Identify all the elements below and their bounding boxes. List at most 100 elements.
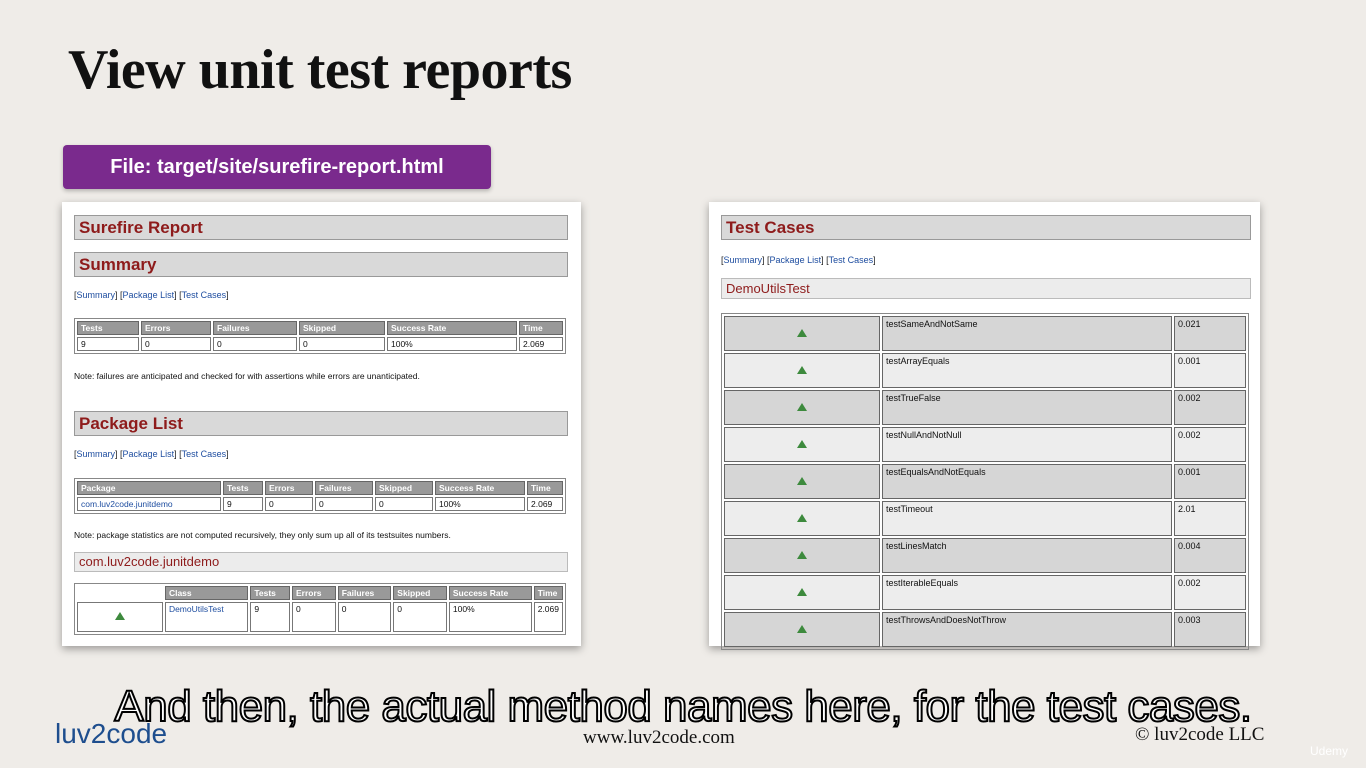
nav-summary-link[interactable]: Summary	[77, 290, 116, 300]
test-case-row: testEqualsAndNotEquals 0.001	[724, 464, 1246, 499]
test-case-time: 0.021	[1174, 316, 1246, 351]
website-url: www.luv2code.com	[583, 727, 735, 748]
test-case-row: testArrayEquals 0.001	[724, 353, 1246, 388]
cell-time: 2.069	[533, 602, 563, 632]
cell-failures: 0	[337, 602, 392, 632]
test-case-name: testLinesMatch	[882, 538, 1172, 573]
cell-success-rate: 100%	[387, 337, 517, 351]
test-case-time: 0.003	[1174, 612, 1246, 647]
summary-nav-links: [Summary] [Package List] [Test Cases]	[74, 290, 229, 300]
test-case-time: 0.004	[1174, 538, 1246, 573]
col-failures: Failures	[337, 586, 392, 600]
success-icon	[797, 476, 807, 485]
surefire-report-heading: Surefire Report	[74, 215, 568, 240]
success-icon	[797, 513, 807, 522]
success-icon	[797, 550, 807, 559]
cell-time: 2.069	[519, 337, 563, 351]
test-case-row: testNullAndNotNull 0.002	[724, 427, 1246, 462]
test-case-time: 0.002	[1174, 575, 1246, 610]
cell-success-rate: 100%	[448, 602, 532, 632]
col-tests: Tests	[250, 586, 290, 600]
col-time: Time	[533, 586, 563, 600]
nav-test-cases-link[interactable]: Test Cases	[829, 255, 874, 265]
cell-tests: 9	[223, 497, 263, 511]
col-class: Class	[164, 586, 249, 600]
cell-tests: 9	[77, 337, 139, 351]
test-case-row: testTrueFalse 0.002	[724, 390, 1246, 425]
col-errors: Errors	[265, 481, 313, 495]
col-failures: Failures	[315, 481, 373, 495]
luv2code-logo: luv2code	[55, 718, 168, 749]
col-skipped: Skipped	[393, 586, 447, 600]
nav-package-list-link[interactable]: Package List	[770, 255, 822, 265]
cell-skipped: 0	[393, 602, 447, 632]
package-link[interactable]: com.luv2code.junitdemo	[81, 499, 173, 509]
summary-heading: Summary	[74, 252, 568, 277]
cell-failures: 0	[315, 497, 373, 511]
test-cases-panel: Test Cases [Summary] [Package List] [Tes…	[709, 202, 1260, 650]
test-case-time: 0.002	[1174, 390, 1246, 425]
cell-errors: 0	[292, 602, 336, 632]
class-link[interactable]: DemoUtilsTest	[169, 604, 224, 614]
success-icon	[797, 402, 807, 411]
test-case-time: 0.002	[1174, 427, 1246, 462]
test-case-name: testNullAndNotNull	[882, 427, 1172, 462]
nav-package-list-link[interactable]: Package List	[123, 449, 175, 459]
cell-skipped: 0	[299, 337, 385, 351]
package-name-heading: com.luv2code.junitdemo	[74, 552, 568, 572]
udemy-watermark: Udemy	[1310, 744, 1349, 758]
col-errors: Errors	[141, 321, 211, 335]
cell-failures: 0	[213, 337, 297, 351]
test-case-row: testIterableEquals 0.002	[724, 575, 1246, 610]
nav-test-cases-link[interactable]: Test Cases	[182, 449, 227, 459]
summary-note: Note: failures are anticipated and check…	[74, 371, 420, 381]
col-errors: Errors	[292, 586, 336, 600]
test-case-row: testTimeout 2.01	[724, 501, 1246, 536]
package-row: com.luv2code.junitdemo 9 0 0 0 100% 2.06…	[77, 497, 563, 511]
summary-header-row: Tests Errors Failures Skipped Success Ra…	[77, 321, 563, 335]
package-list-heading: Package List	[74, 411, 568, 436]
col-time: Time	[519, 321, 563, 335]
col-tests: Tests	[77, 321, 139, 335]
test-case-row: testLinesMatch 0.004	[724, 538, 1246, 573]
nav-test-cases-link[interactable]: Test Cases	[182, 290, 227, 300]
class-row: DemoUtilsTest 9 0 0 0 100% 2.069	[77, 602, 563, 632]
test-case-time: 2.01	[1174, 501, 1246, 536]
copyright-text: © luv2code LLC	[1135, 724, 1265, 745]
col-success-rate: Success Rate	[435, 481, 525, 495]
test-cases-heading: Test Cases	[721, 215, 1251, 240]
nav-summary-link[interactable]: Summary	[724, 255, 763, 265]
package-nav-links: [Summary] [Package List] [Test Cases]	[74, 449, 229, 459]
cell-errors: 0	[265, 497, 313, 511]
col-failures: Failures	[213, 321, 297, 335]
cell-success-rate: 100%	[435, 497, 525, 511]
test-case-time: 0.001	[1174, 464, 1246, 499]
success-icon	[797, 439, 807, 448]
col-skipped: Skipped	[299, 321, 385, 335]
cell-tests: 9	[250, 602, 290, 632]
class-name-heading: DemoUtilsTest	[721, 278, 1251, 299]
test-case-name: testArrayEquals	[882, 353, 1172, 388]
test-case-row: testThrowsAndDoesNotThrow 0.003	[724, 612, 1246, 647]
cell-time: 2.069	[527, 497, 563, 511]
package-table: Package Tests Errors Failures Skipped Su…	[74, 478, 566, 514]
cell-errors: 0	[141, 337, 211, 351]
test-case-name: testThrowsAndDoesNotThrow	[882, 612, 1172, 647]
col-success-rate: Success Rate	[448, 586, 532, 600]
class-table: Class Tests Errors Failures Skipped Succ…	[74, 583, 566, 635]
success-icon	[114, 612, 125, 620]
nav-package-list-link[interactable]: Package List	[123, 290, 175, 300]
file-path-label: File: target/site/surefire-report.html	[63, 145, 491, 189]
nav-summary-link[interactable]: Summary	[77, 449, 116, 459]
success-icon	[797, 365, 807, 374]
test-case-name: testIterableEquals	[882, 575, 1172, 610]
test-case-name: testEqualsAndNotEquals	[882, 464, 1172, 499]
col-skipped: Skipped	[375, 481, 433, 495]
package-note: Note: package statistics are not compute…	[74, 530, 451, 540]
col-package: Package	[77, 481, 221, 495]
surefire-report-panel: Surefire Report Summary [Summary] [Packa…	[62, 202, 581, 646]
test-case-time: 0.001	[1174, 353, 1246, 388]
summary-values-row: 9 0 0 0 100% 2.069	[77, 337, 563, 351]
col-success-rate: Success Rate	[387, 321, 517, 335]
success-icon	[797, 624, 807, 633]
